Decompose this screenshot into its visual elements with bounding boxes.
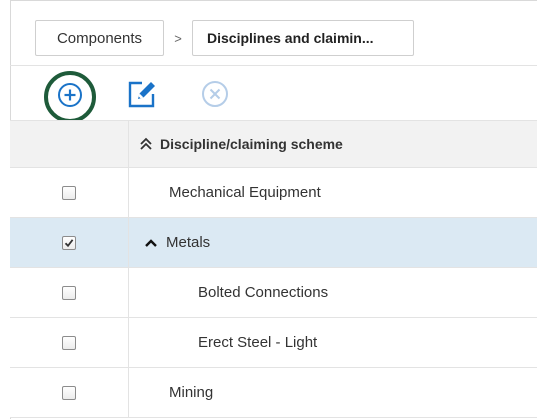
add-button[interactable] (44, 71, 96, 123)
breadcrumb-components[interactable]: Components (35, 20, 164, 56)
row-label-cell: Mechanical Equipment (129, 168, 537, 217)
table-row[interactable]: Mechanical Equipment (10, 168, 537, 218)
row-label: Metals (166, 234, 211, 251)
toolbar-divider (10, 65, 537, 66)
row-label: Erect Steel - Light (198, 334, 318, 351)
grid-header-row: Discipline/claiming scheme (10, 120, 537, 168)
breadcrumb-disciplines[interactable]: Disciplines and claimin... (192, 20, 414, 56)
header-select-column (10, 121, 129, 167)
row-checkbox[interactable] (62, 285, 76, 300)
row-label-cell: Bolted Connections (129, 268, 537, 317)
table-row[interactable]: Metals (10, 218, 537, 268)
row-select-cell (10, 168, 129, 217)
plus-circle-icon (56, 81, 84, 114)
breadcrumb-disciplines-label: Disciplines and claimin... (207, 30, 374, 46)
edit-pencil-icon (126, 78, 158, 115)
row-select-cell (10, 318, 129, 367)
row-checkbox[interactable] (62, 235, 76, 250)
row-select-cell (10, 368, 129, 417)
breadcrumb: Components > Disciplines and claimin... (35, 20, 414, 56)
row-label-cell: Metals (129, 218, 537, 267)
row-select-cell (10, 218, 129, 267)
checkmark-icon (64, 238, 74, 248)
x-circle-icon (200, 79, 230, 114)
row-label-cell: Mining (129, 368, 537, 417)
breadcrumb-components-label: Components (56, 29, 143, 47)
column-header-label: Discipline/claiming scheme (160, 136, 343, 152)
remove-button[interactable] (197, 78, 233, 114)
row-checkbox[interactable] (62, 335, 76, 350)
table-row[interactable]: Erect Steel - Light (10, 318, 537, 368)
edit-button[interactable] (124, 78, 160, 114)
column-header-discipline[interactable]: Discipline/claiming scheme (129, 121, 537, 167)
row-checkbox[interactable] (62, 185, 76, 200)
table-row[interactable]: Bolted Connections (10, 268, 537, 318)
row-select-cell (10, 268, 129, 317)
breadcrumb-separator: > (174, 30, 182, 46)
table-row[interactable]: Mining (10, 368, 537, 418)
row-label: Bolted Connections (198, 284, 329, 301)
collapse-all-icon[interactable] (139, 137, 153, 151)
row-label: Mining (169, 384, 214, 401)
row-label-cell: Erect Steel - Light (129, 318, 537, 367)
row-label: Mechanical Equipment (169, 184, 321, 201)
discipline-grid: Discipline/claiming scheme Mechanical Eq… (10, 120, 537, 418)
row-checkbox[interactable] (62, 385, 76, 400)
chevron-up-icon[interactable] (144, 238, 158, 248)
